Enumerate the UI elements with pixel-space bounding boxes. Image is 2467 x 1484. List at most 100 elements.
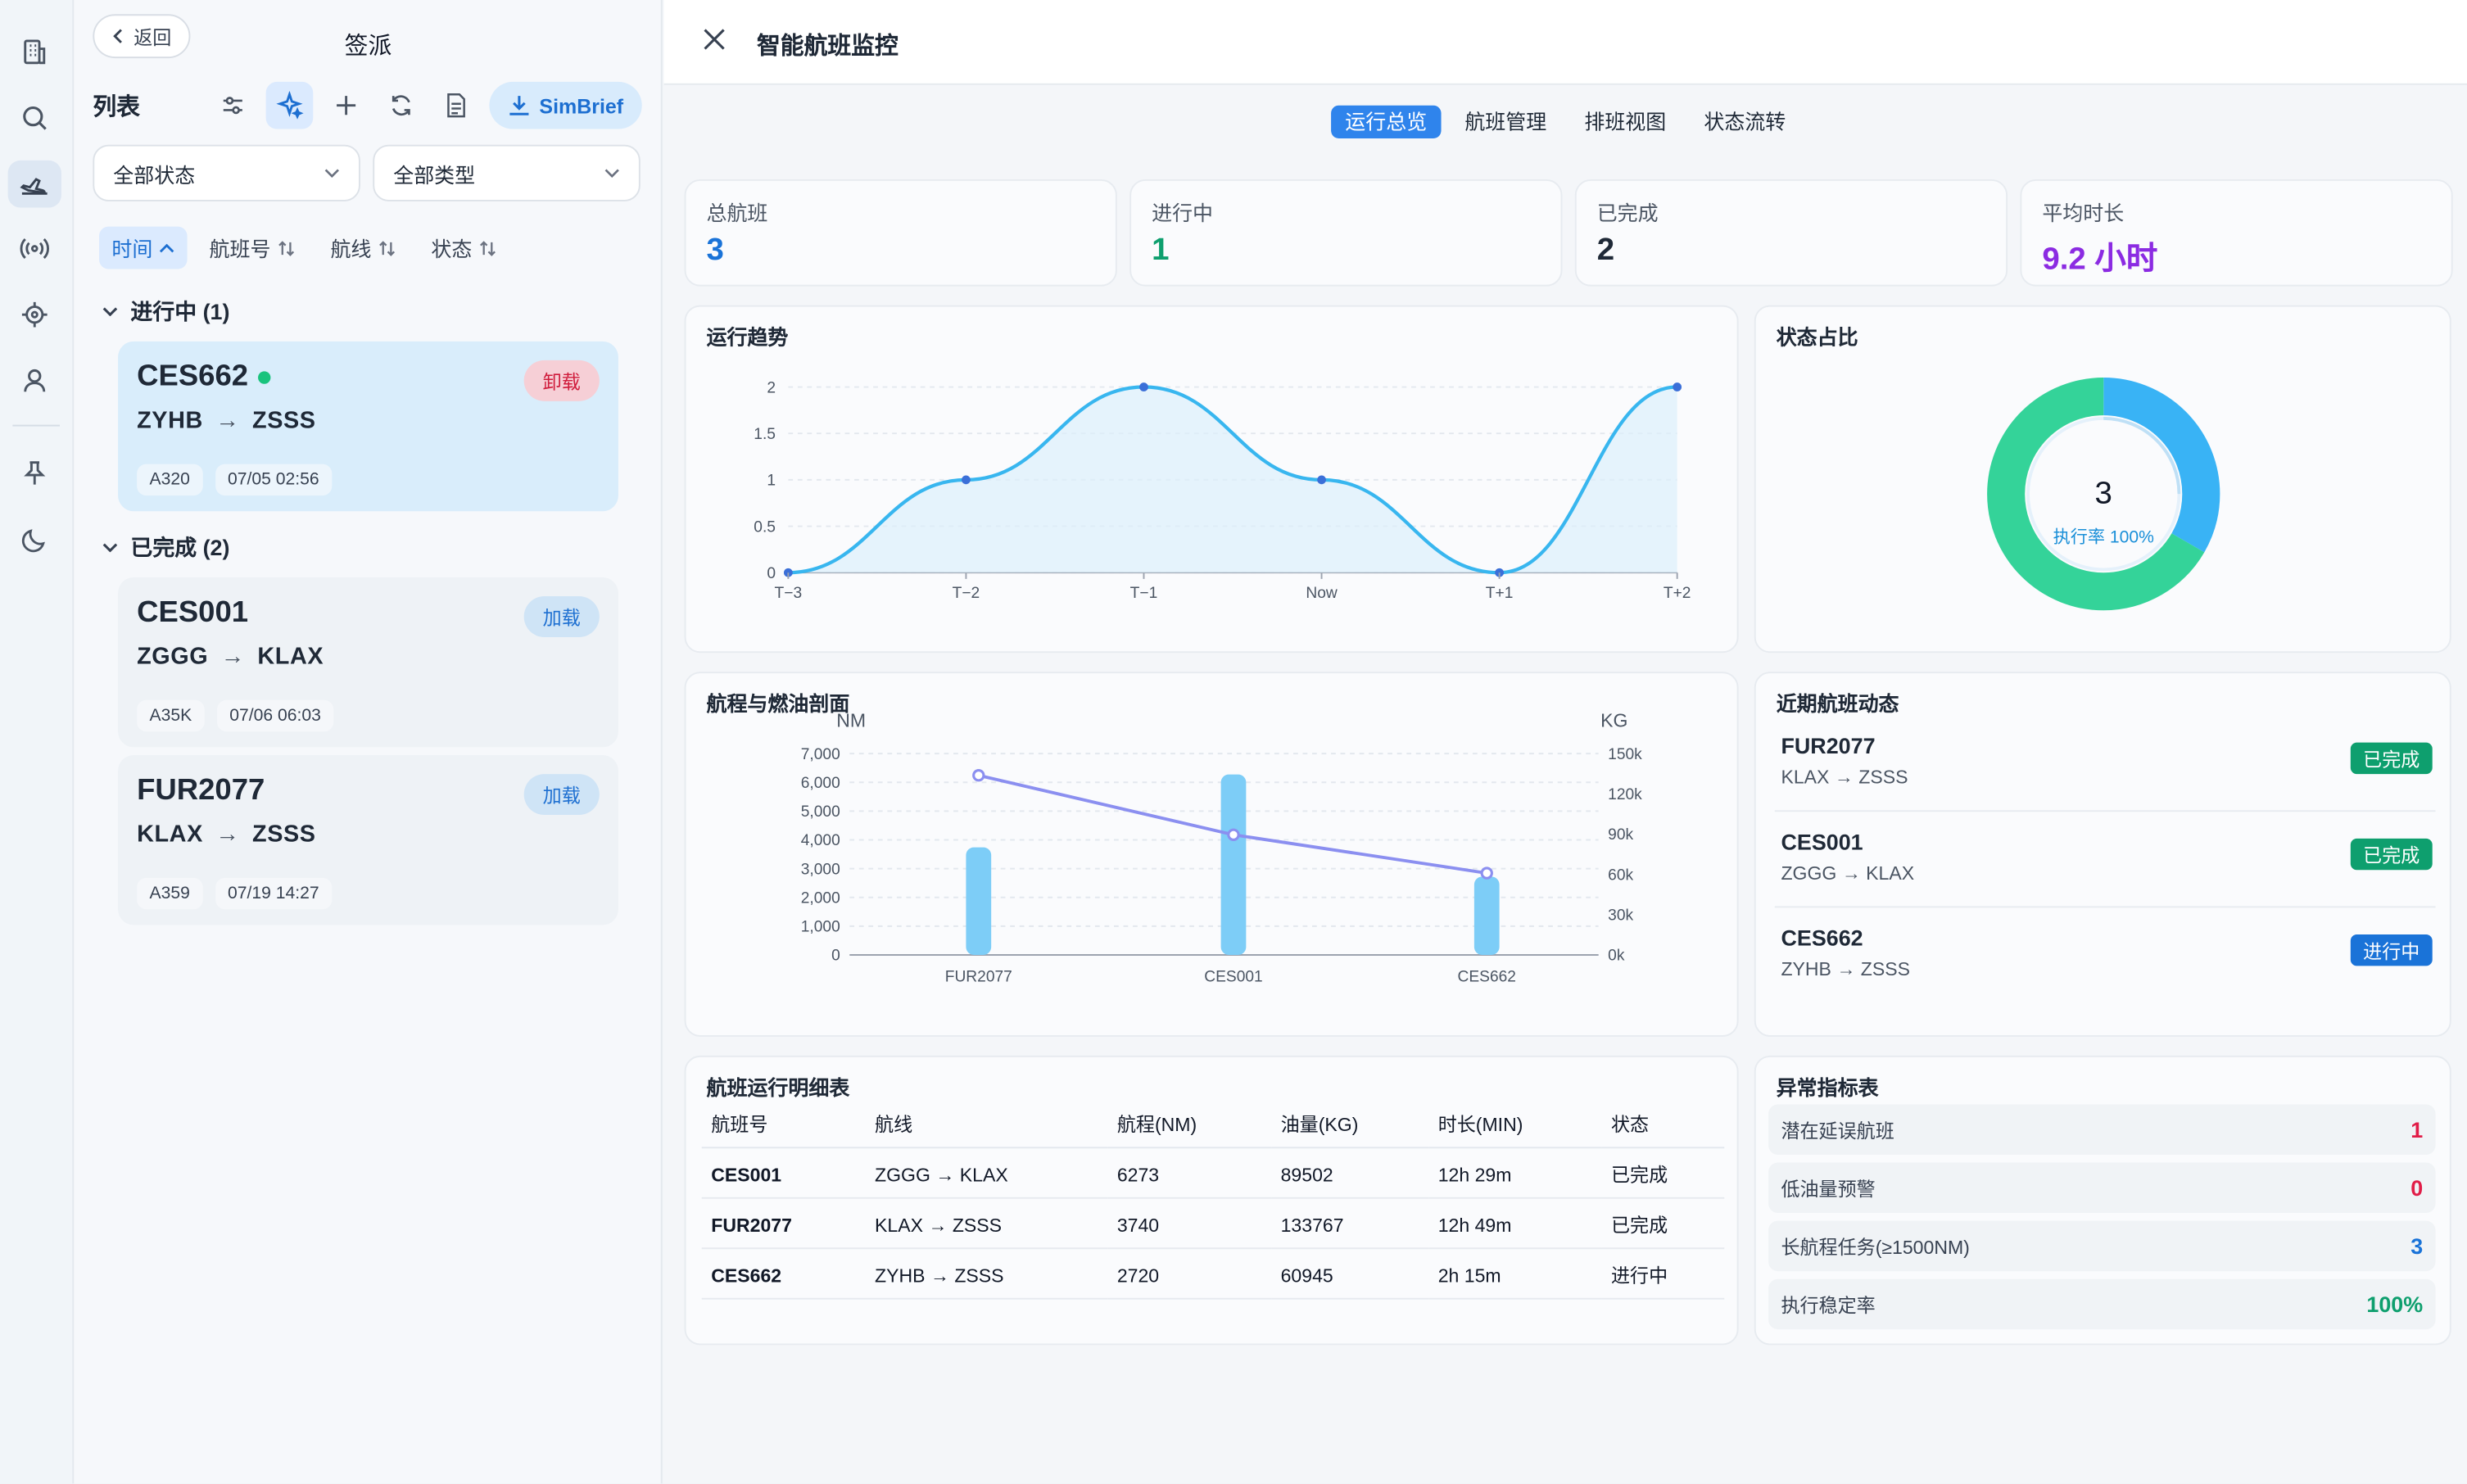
x-tick-label: T−1	[1130, 585, 1158, 602]
x-tick-label: T−2	[953, 585, 980, 602]
table-cell: 已完成	[1601, 1197, 1725, 1250]
distance-bar	[1473, 876, 1500, 955]
kpi-value: 3	[706, 233, 724, 268]
flight-time: 07/06 06:03	[216, 699, 334, 732]
profile-panel: 航程与燃油剖面 NM KG 0 1,000 2,000 3,000 4,000 5,000 6,…	[684, 672, 1739, 1037]
recent-flight-item[interactable]: CES001 ZGGG → KLAX 已完成	[1774, 817, 2436, 908]
chevron-down-icon	[102, 307, 118, 317]
status-panel: 状态占比 3 执行率 100%	[1754, 305, 2451, 654]
table-header: 时长(MIN)	[1428, 1104, 1602, 1149]
kpi-value: 9.2 小时	[2042, 242, 2158, 278]
document-button[interactable]	[432, 82, 480, 129]
y-tick-label: 1,000	[801, 919, 840, 936]
close-icon	[704, 29, 725, 50]
y-tick-label: 1	[767, 473, 776, 490]
tab-overview[interactable]: 运行总览	[1331, 105, 1442, 139]
flight-card[interactable]: FUR2077 KLAX → ZSSS 加载 A359 07/19 14:27	[118, 755, 618, 925]
target-icon[interactable]	[17, 297, 52, 332]
group-header-completed[interactable]: 已完成 (2)	[102, 532, 230, 563]
anomaly-value: 1	[2410, 1116, 2424, 1142]
tab-status-flow[interactable]: 状态流转	[1690, 106, 1799, 138]
sort-route[interactable]: 航线	[318, 227, 409, 269]
sort-status[interactable]: 状态	[419, 227, 509, 269]
table-cell: 6273	[1107, 1147, 1272, 1199]
broadcast-icon[interactable]	[17, 231, 52, 265]
y-tick-label: 0	[831, 948, 840, 965]
y-axis-label: NM	[836, 709, 866, 731]
table-cell: 3740	[1107, 1197, 1272, 1250]
anomaly-row: 低油量预警 0	[1768, 1162, 2436, 1214]
anomaly-value: 100%	[2366, 1292, 2424, 1317]
table-row[interactable]: CES662 ZYHB → ZSSS 2720 60945 2h 15m 进行中	[701, 1248, 1725, 1300]
chevron-down-icon	[604, 169, 619, 179]
chevron-down-icon	[102, 543, 118, 553]
refresh-button[interactable]	[378, 82, 425, 129]
anomaly-row: 潜在延误航班 1	[1768, 1104, 2436, 1155]
load-badge[interactable]: 加载	[523, 774, 600, 816]
recent-flight-item[interactable]: CES662 ZYHB → ZSSS 进行中	[1775, 912, 2436, 1003]
flight-detail-table: 航班号 航线 航程(NM) 油量(KG) 时长(MIN) 状态 CES001 Z…	[701, 1104, 1725, 1300]
download-icon	[509, 96, 528, 115]
type-filter-value: 全部类型	[393, 162, 476, 187]
flight-number: FUR2077	[137, 774, 265, 808]
y2-tick-label: 60k	[1608, 866, 1633, 884]
x-tick-label: CES662	[1458, 969, 1516, 986]
unload-badge[interactable]: 卸载	[523, 360, 600, 401]
list-label: 列表	[93, 94, 140, 121]
dashboard-header: 智能航班监控	[663, 0, 2467, 85]
trend-chart: 0 0.5 1 1.5 2 T−3 T−2 T−1 Now T+1 T+2	[754, 379, 1691, 602]
tab-schedule-view[interactable]: 排班视图	[1570, 106, 1680, 138]
moon-icon[interactable]	[17, 523, 52, 557]
y-tick-label: 1.5	[754, 426, 776, 443]
type-filter-select[interactable]: 全部类型	[373, 144, 641, 201]
sort-arrows-icon	[480, 240, 496, 256]
flight-card[interactable]: CES662 ZYHB → ZSSS 卸载 A320 07/05 02:56	[118, 341, 618, 512]
anomaly-label: 长航程任务(≥1500NM)	[1781, 1235, 1970, 1258]
simbrief-button[interactable]: SimBrief	[489, 81, 642, 129]
plane-takeoff-icon[interactable]	[7, 160, 61, 208]
status-filter-select[interactable]: 全部状态	[93, 144, 360, 201]
tab-flight-management[interactable]: 航班管理	[1451, 106, 1560, 138]
x-tick-label: T+2	[1664, 585, 1691, 602]
panel-title: 航班运行明细表	[706, 1075, 850, 1100]
anomaly-value: 0	[2410, 1174, 2424, 1201]
building-icon[interactable]	[17, 34, 52, 69]
group-header-active[interactable]: 进行中 (1)	[102, 296, 230, 327]
table-row[interactable]: CES001 ZGGG → KLAX 6273 89502 12h 29m 已完…	[701, 1147, 1725, 1199]
recent-flight-item[interactable]: FUR2077 KLAX → ZSSS 已完成	[1774, 721, 2436, 812]
load-badge[interactable]: 加载	[523, 596, 600, 637]
y-tick-label: 5,000	[801, 803, 840, 821]
table-cell: 89502	[1271, 1147, 1429, 1199]
y2-tick-label: 0k	[1608, 948, 1625, 965]
sort-arrows-icon	[278, 240, 295, 256]
add-button[interactable]	[323, 82, 370, 129]
sort-flight[interactable]: 航班号	[197, 227, 308, 269]
aircraft-type: A35K	[137, 699, 205, 732]
search-icon[interactable]	[17, 101, 52, 135]
aircraft-type: A320	[137, 464, 203, 496]
user-icon[interactable]	[17, 364, 52, 398]
close-button[interactable]	[702, 27, 727, 60]
trend-point	[962, 475, 971, 485]
y-tick-label: 6,000	[801, 775, 840, 792]
table-header: 航程(NM)	[1107, 1104, 1272, 1149]
y-tick-label: 7,000	[801, 746, 840, 763]
kpi-label: 平均时长	[2042, 201, 2125, 225]
live-status-dot	[257, 371, 270, 384]
pin-icon[interactable]	[17, 456, 52, 491]
donut-total: 3	[2094, 477, 2112, 512]
y2-tick-label: 90k	[1608, 826, 1633, 844]
y-tick-label: 0.5	[754, 518, 776, 536]
table-cell: 12h 49m	[1428, 1197, 1602, 1250]
filter-sliders-button[interactable]	[209, 82, 256, 129]
dashboard: 智能航班监控 运行总览 航班管理 排班视图 状态流转 总航班 3 进行中 1 已…	[663, 0, 2467, 1484]
y-tick-label: 2	[767, 379, 776, 396]
table-cell: ZGGG → KLAX	[865, 1147, 1108, 1199]
ai-sparkle-button[interactable]	[265, 81, 314, 129]
table-row[interactable]: FUR2077 KLAX → ZSSS 3740 133767 12h 49m …	[701, 1197, 1725, 1250]
flight-list-panel: 返回 签派 列表 SimBrief 全部状态 全部类型 时间 航班号 航线 状态…	[74, 0, 663, 1484]
flight-card[interactable]: CES001 ZGGG → KLAX 加载 A35K 07/06 06:03	[118, 577, 618, 748]
sort-status-label: 状态	[431, 238, 473, 261]
sort-time[interactable]: 时间	[99, 226, 188, 269]
table-cell: 进行中	[1601, 1248, 1725, 1300]
